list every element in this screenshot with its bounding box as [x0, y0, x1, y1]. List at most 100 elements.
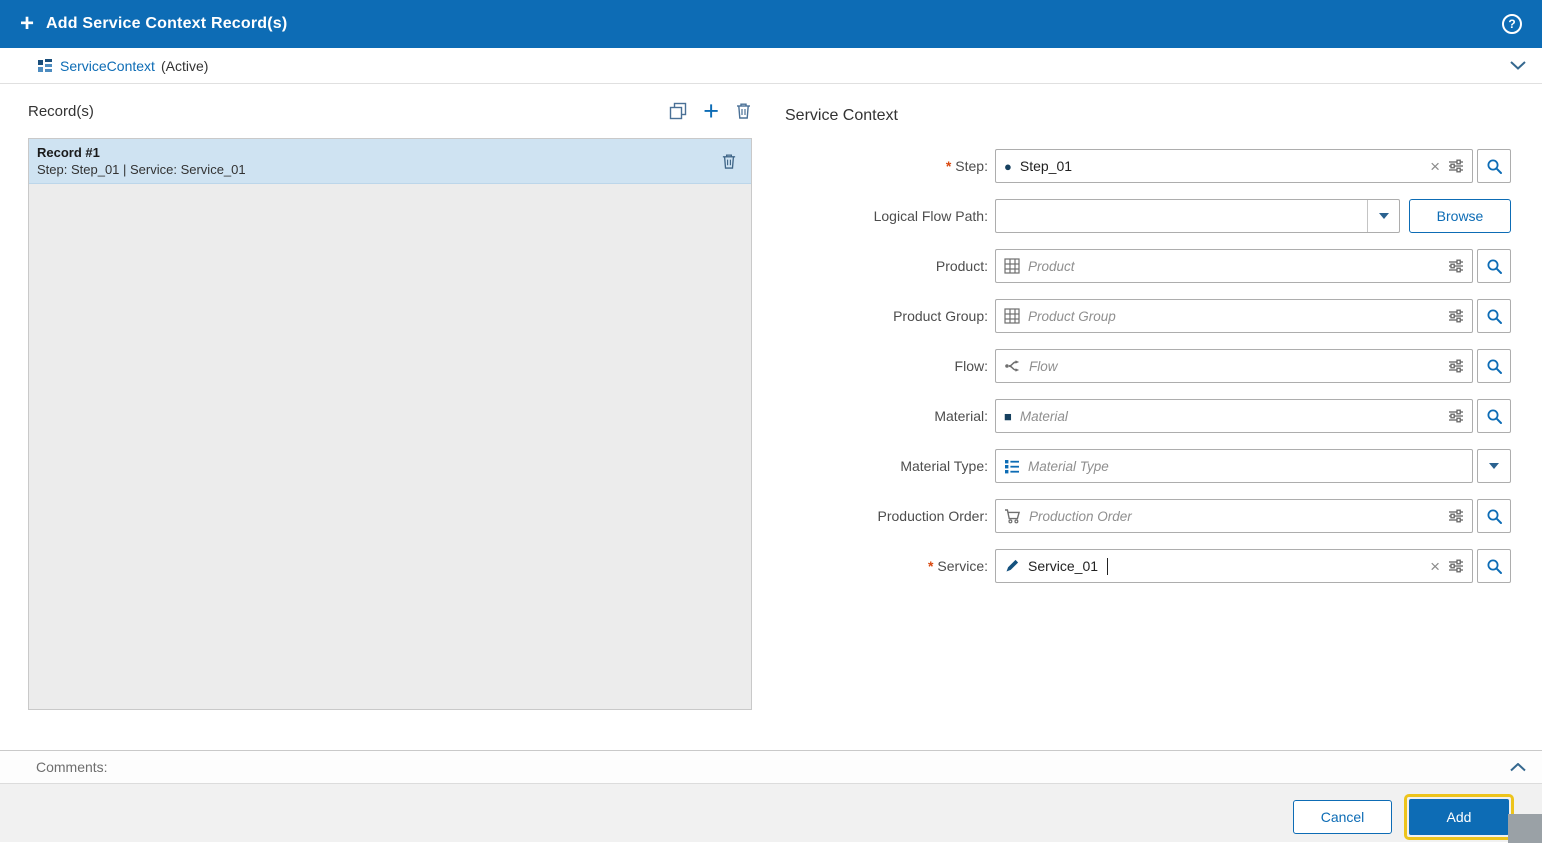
material-input[interactable]: ■ Material: [995, 399, 1473, 433]
flow-placeholder: Flow: [1029, 359, 1058, 374]
service-pencil-icon: [1004, 558, 1020, 574]
logical-flow-path-label-text: Logical Flow Path:: [874, 208, 988, 224]
record-row-1[interactable]: Record #1 Step: Step_01 | Service: Servi…: [29, 139, 751, 184]
step-label-text: Step:: [955, 158, 988, 174]
form-title: Service Context: [785, 107, 898, 125]
copy-record-icon[interactable]: [669, 102, 687, 120]
service-label-text: Service:: [937, 558, 988, 574]
cursor-artifact: [1508, 814, 1542, 843]
cancel-button[interactable]: Cancel: [1293, 800, 1392, 834]
material-type-input[interactable]: Material Type: [995, 449, 1473, 483]
dialog-footer: Cancel Add: [0, 783, 1542, 842]
material-type-placeholder: Material Type: [1028, 459, 1109, 474]
filter-settings-icon[interactable]: [1448, 308, 1464, 324]
product-group-label: Product Group:: [785, 308, 988, 324]
add-button[interactable]: Add: [1409, 799, 1509, 835]
dialog-header: + Add Service Context Record(s) ?: [0, 0, 1542, 48]
entity-name-link[interactable]: ServiceContext: [60, 58, 155, 74]
add-record-icon[interactable]: +: [703, 102, 719, 120]
product-placeholder: Product: [1028, 259, 1075, 274]
product-grid-icon: [1004, 258, 1020, 274]
filter-settings-icon[interactable]: [1448, 558, 1464, 574]
record-delete-icon[interactable]: [721, 153, 737, 170]
context-bar: ServiceContext (Active): [0, 48, 1542, 84]
field-row-material: Material: ■ Material: [785, 399, 1513, 433]
chevron-down-icon[interactable]: [1367, 200, 1399, 232]
comments-label: Comments:: [36, 759, 108, 775]
chevron-up-icon[interactable]: [1510, 763, 1526, 772]
filter-settings-icon[interactable]: [1448, 408, 1464, 424]
filter-settings-icon[interactable]: [1448, 258, 1464, 274]
delete-record-icon[interactable]: [735, 102, 752, 120]
filter-settings-icon[interactable]: [1448, 158, 1464, 174]
flow-label-text: Flow:: [955, 358, 988, 374]
required-asterisk: *: [928, 558, 933, 574]
entity-status: (Active): [161, 58, 208, 74]
production-order-cart-icon: [1004, 508, 1021, 524]
chevron-down-icon[interactable]: [1510, 61, 1526, 70]
service-label: *Service:: [785, 558, 988, 574]
product-group-search-button[interactable]: [1477, 299, 1511, 333]
product-group-input[interactable]: Product Group: [995, 299, 1473, 333]
production-order-input[interactable]: Production Order: [995, 499, 1473, 533]
comments-bar[interactable]: Comments:: [0, 750, 1542, 783]
flow-icon: [1004, 358, 1021, 374]
add-button-focus-ring: Add: [1404, 794, 1514, 840]
step-value: Step_01: [1020, 158, 1072, 174]
production-order-placeholder: Production Order: [1029, 509, 1132, 524]
service-input[interactable]: Service_01 ×: [995, 549, 1473, 583]
field-row-product: Product: Product: [785, 249, 1513, 283]
field-row-step: *Step: ● Step_01 ×: [785, 149, 1513, 183]
product-group-label-text: Product Group:: [893, 308, 988, 324]
dialog-title: Add Service Context Record(s): [46, 15, 287, 33]
clear-icon[interactable]: ×: [1430, 558, 1440, 575]
record-text: Record #1 Step: Step_01 | Service: Servi…: [37, 145, 246, 177]
material-label: Material:: [785, 408, 988, 424]
production-order-search-button[interactable]: [1477, 499, 1511, 533]
records-toolbar: +: [669, 102, 752, 120]
flow-search-button[interactable]: [1477, 349, 1511, 383]
service-value: Service_01: [1028, 558, 1098, 574]
field-row-production-order: Production Order: Production Order: [785, 499, 1513, 533]
help-icon[interactable]: ?: [1502, 14, 1522, 34]
add-service-context-dialog: + Add Service Context Record(s) ? Servic…: [0, 0, 1542, 842]
field-row-material-type: Material Type: Material Type: [785, 449, 1513, 483]
step-input[interactable]: ● Step_01 ×: [995, 149, 1473, 183]
filter-settings-icon[interactable]: [1448, 358, 1464, 374]
material-label-text: Material:: [934, 408, 988, 424]
required-asterisk: *: [946, 158, 951, 174]
records-list: Record #1 Step: Step_01 | Service: Servi…: [28, 138, 752, 710]
material-type-label-text: Material Type:: [900, 458, 988, 474]
records-title: Record(s): [28, 103, 94, 120]
flow-input[interactable]: Flow: [995, 349, 1473, 383]
flow-label: Flow:: [785, 358, 988, 374]
step-search-button[interactable]: [1477, 149, 1511, 183]
logical-flow-path-label: Logical Flow Path:: [785, 208, 988, 224]
field-row-service: *Service: Service_01 ×: [785, 549, 1513, 583]
material-square-icon: ■: [1004, 410, 1012, 423]
field-row-product-group: Product Group: Product Group: [785, 299, 1513, 333]
plus-icon: +: [20, 12, 34, 36]
field-row-flow: Flow: Flow: [785, 349, 1513, 383]
step-circle-icon: ●: [1004, 160, 1012, 173]
browse-button[interactable]: Browse: [1409, 199, 1511, 233]
product-group-placeholder: Product Group: [1028, 309, 1116, 324]
entity-icon: [38, 59, 52, 73]
material-placeholder: Material: [1020, 409, 1068, 424]
records-panel-header: Record(s) +: [28, 102, 752, 120]
filter-settings-icon[interactable]: [1448, 508, 1464, 524]
production-order-label: Production Order:: [785, 508, 988, 524]
text-cursor: [1107, 558, 1108, 575]
production-order-label-text: Production Order:: [878, 508, 989, 524]
service-search-button[interactable]: [1477, 549, 1511, 583]
product-search-button[interactable]: [1477, 249, 1511, 283]
material-search-button[interactable]: [1477, 399, 1511, 433]
material-type-dropdown-button[interactable]: [1477, 449, 1511, 483]
record-subtitle: Step: Step_01 | Service: Service_01: [37, 162, 246, 177]
record-title: Record #1: [37, 145, 246, 160]
logical-flow-path-select[interactable]: [995, 199, 1400, 233]
clear-icon[interactable]: ×: [1430, 158, 1440, 175]
product-label: Product:: [785, 258, 988, 274]
material-type-label: Material Type:: [785, 458, 988, 474]
product-input[interactable]: Product: [995, 249, 1473, 283]
